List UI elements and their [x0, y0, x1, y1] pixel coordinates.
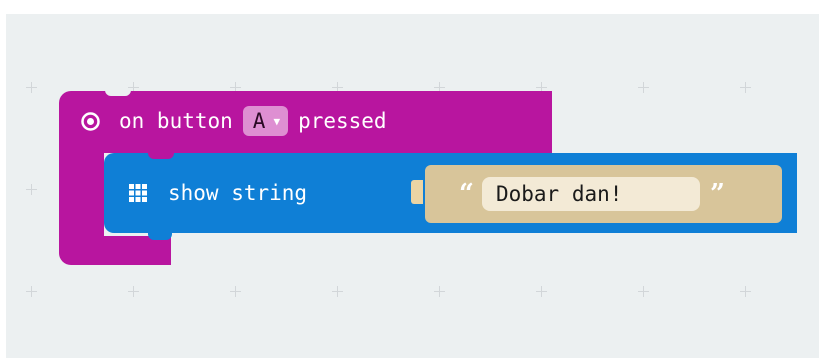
- show-string-block[interactable]: [104, 152, 797, 233]
- grid-plus-icon: [26, 286, 37, 297]
- grid-plus-icon: [434, 286, 445, 297]
- event-label-suffix: pressed: [298, 109, 387, 133]
- grid-plus-icon: [638, 82, 649, 93]
- grid-plus-icon: [638, 286, 649, 297]
- event-block-side[interactable]: [59, 150, 104, 244]
- event-block-row[interactable]: on button A ▼ pressed: [80, 104, 387, 138]
- grid-plus-icon: [536, 286, 547, 297]
- grid-plus-icon: [128, 286, 139, 297]
- target-icon: [80, 111, 101, 132]
- button-dropdown[interactable]: A ▼: [242, 106, 289, 136]
- grid-plus-icon: [740, 82, 751, 93]
- event-block-footer[interactable]: [59, 236, 171, 265]
- grid-plus-icon: [26, 184, 37, 195]
- grid-plus-icon: [26, 82, 37, 93]
- grid-plus-icon: [230, 286, 241, 297]
- dropdown-arrow-icon: ▼: [273, 114, 281, 128]
- event-label-prefix: on button: [119, 109, 233, 133]
- button-dropdown-value: A: [252, 109, 266, 133]
- grid-plus-icon: [740, 286, 751, 297]
- grid-plus-icon: [332, 286, 343, 297]
